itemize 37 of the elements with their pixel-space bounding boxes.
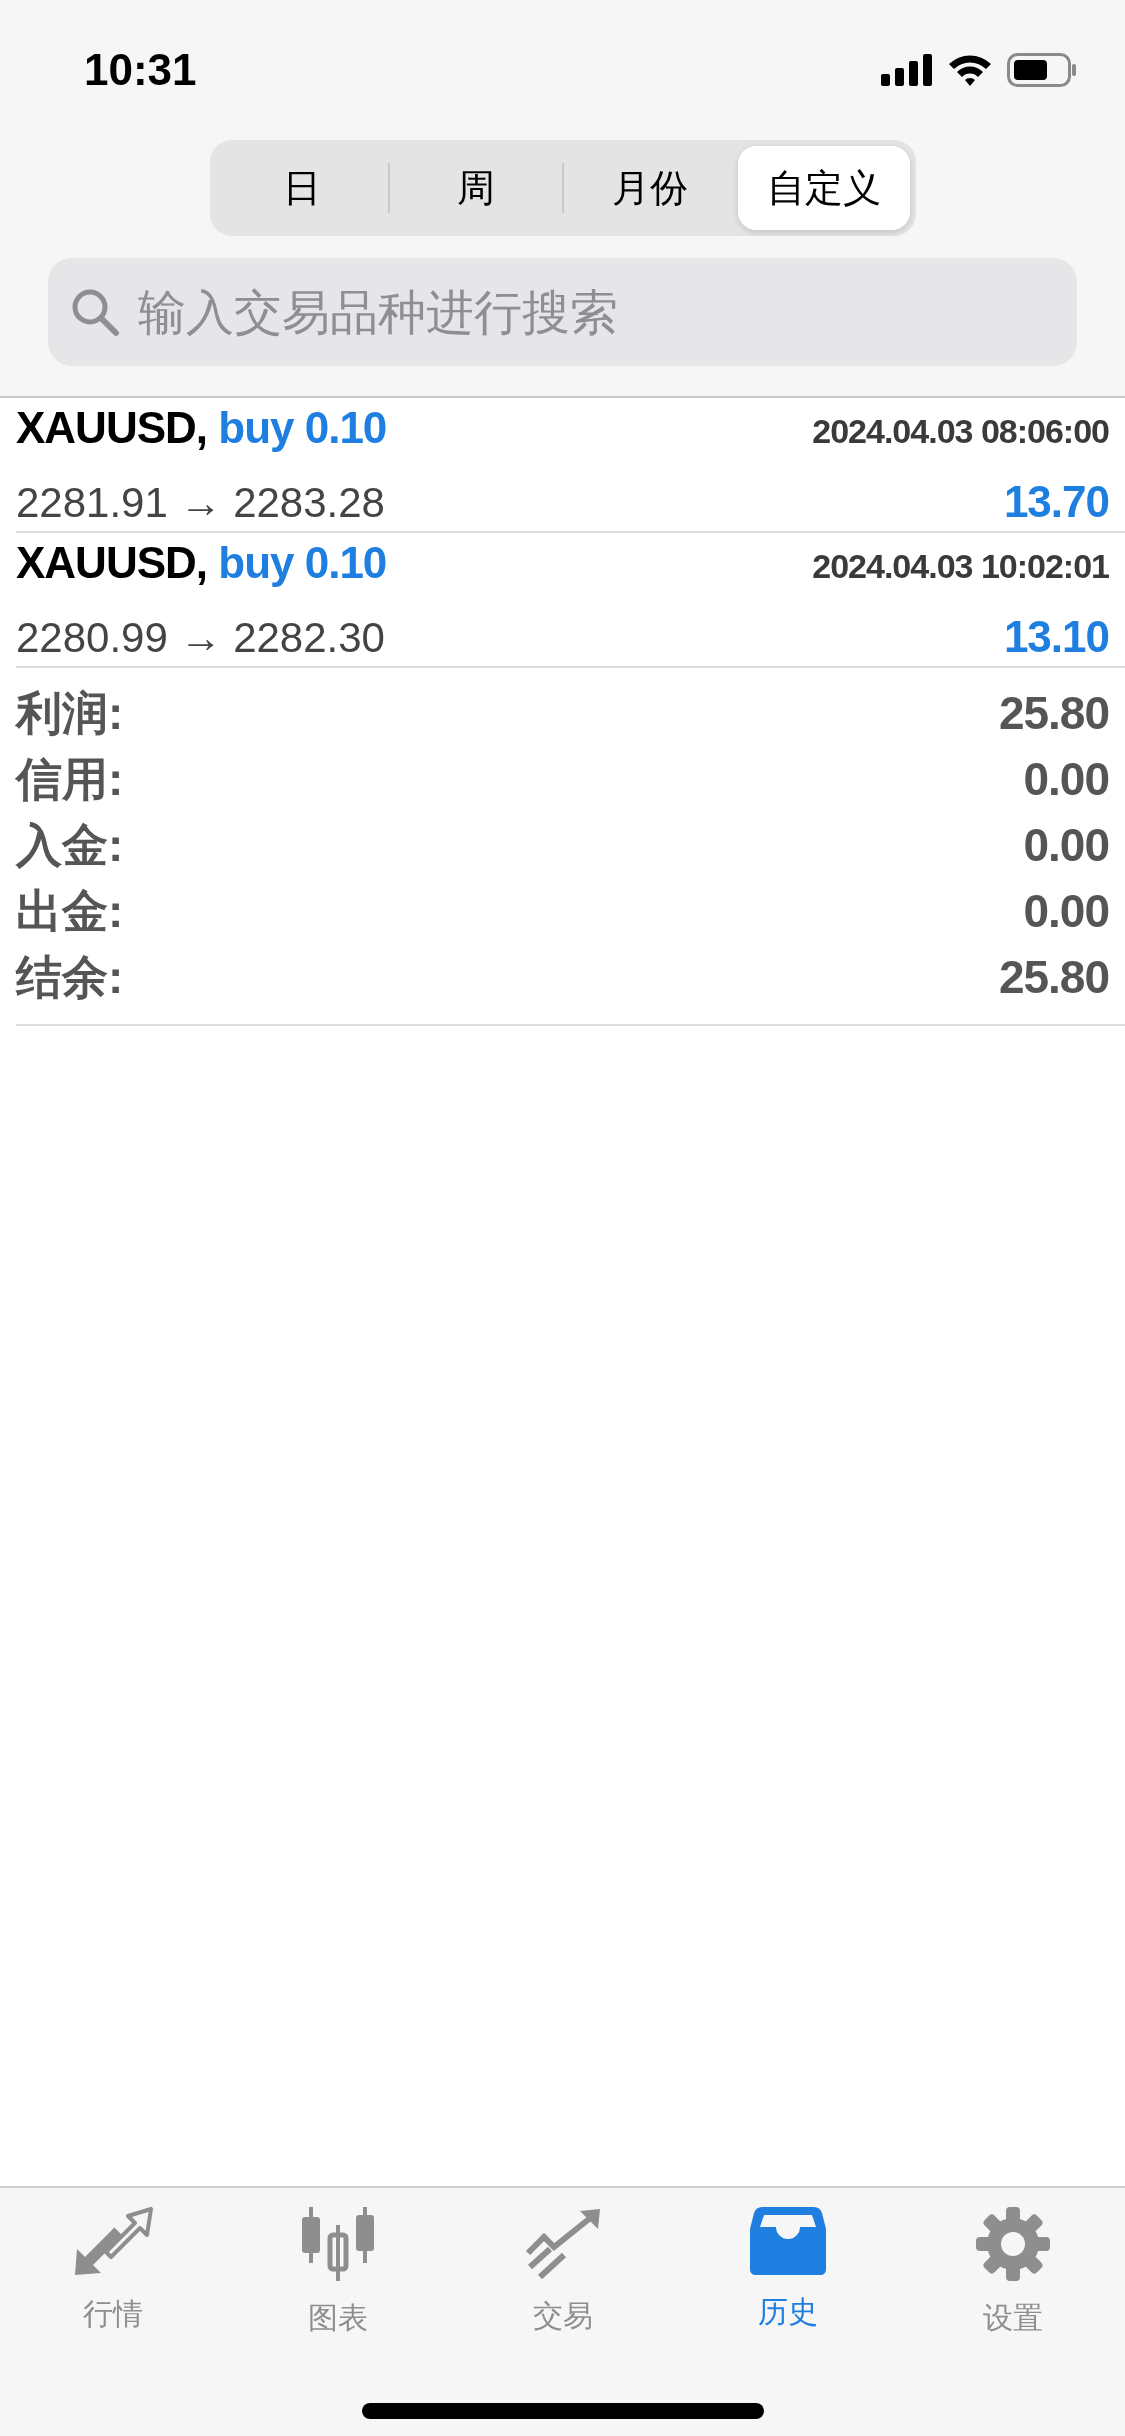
period-tab[interactable]: 月份 [563, 146, 736, 230]
summary-value: 0.00 [1023, 883, 1109, 939]
summary-label: 信用: [16, 751, 124, 807]
tab-bar-item[interactable]: 交易 [450, 2206, 675, 2341]
summary-value: 25.80 [998, 949, 1109, 1005]
trade-time: 2024.04.03 08:06:00 [812, 410, 1109, 452]
search-field[interactable]: 输入交易品种进行搜索 [48, 258, 1077, 366]
summary-label: 出金: [16, 883, 124, 939]
tab-bar-item[interactable]: 行情 [0, 2206, 225, 2341]
battery-icon [1007, 53, 1077, 87]
tab-bar-item[interactable]: 历史 [675, 2206, 900, 2341]
summary-label: 入金: [16, 817, 124, 873]
status-time: 10:31 [84, 44, 197, 96]
summary-label: 结余: [16, 949, 124, 1005]
search-icon [70, 287, 120, 337]
summary-value: 25.80 [998, 685, 1109, 741]
trade-prices: 2281.91 → 2283.28 [16, 477, 385, 528]
trade-time: 2024.04.03 10:02:01 [812, 545, 1109, 587]
trade-prices: 2280.99 → 2282.30 [16, 612, 385, 663]
trend-arrow-icon [523, 2207, 602, 2279]
period-tab[interactable]: 自定义 [737, 146, 910, 230]
trade-profit: 13.70 [1003, 475, 1109, 528]
period-tab[interactable]: 周 [389, 146, 562, 230]
diagonal-arrows-icon [72, 2207, 153, 2277]
period-tab[interactable]: 日 [215, 146, 388, 230]
inbox-tray-icon [749, 2207, 826, 2275]
settings-icon [975, 2207, 1050, 2281]
summary-value: 0.00 [1023, 751, 1109, 807]
summary-value: 0.00 [1023, 817, 1109, 873]
trade-title: XAUUSD, buy 0.10 [16, 536, 387, 589]
trade-title: XAUUSD, buy 0.10 [16, 401, 387, 454]
tab-bar-item[interactable]: 设置 [900, 2206, 1125, 2341]
signal-icon [881, 54, 933, 86]
wifi-icon [947, 53, 993, 87]
trade-profit: 13.10 [1003, 610, 1109, 663]
summary-label: 利润: [16, 685, 124, 741]
tab-bar-item[interactable]: 图表 [225, 2206, 450, 2341]
